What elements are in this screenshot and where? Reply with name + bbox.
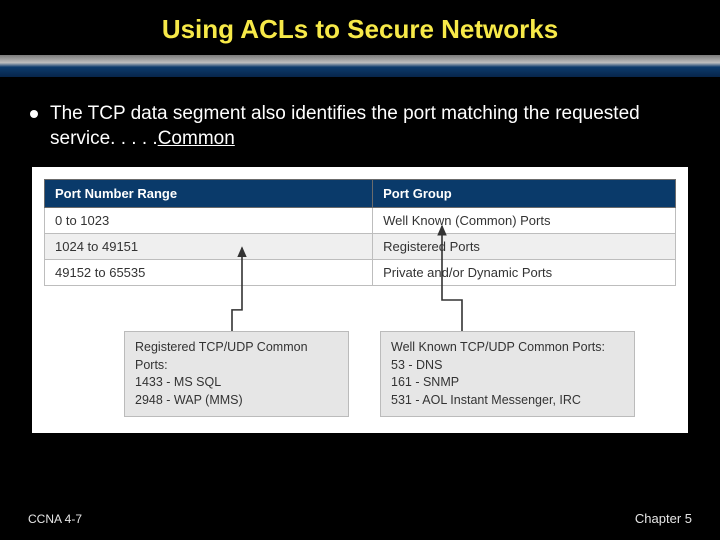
box-line: 1433 - MS SQL [135,374,338,392]
footer-left: CCNA 4-7 [28,512,82,526]
header-range: Port Number Range [45,180,373,208]
table-row: 49152 to 65535 Private and/or Dynamic Po… [45,260,676,286]
box-title: Registered TCP/UDP Common Ports: [135,339,338,374]
table-row: 0 to 1023 Well Known (Common) Ports [45,208,676,234]
cell-range: 1024 to 49151 [45,234,373,260]
header-group: Port Group [373,180,676,208]
box-line: 53 - DNS [391,357,624,375]
box-line: 2948 - WAP (MMS) [135,392,338,410]
title-divider [0,55,720,77]
bullet-area: The TCP data segment also identifies the… [0,77,720,155]
diagram-container: Port Number Range Port Group 0 to 1023 W… [30,165,690,435]
cell-group: Well Known (Common) Ports [373,208,676,234]
table-row: 1024 to 49151 Registered Ports [45,234,676,260]
slide-title: Using ACLs to Secure Networks [0,0,720,45]
port-table: Port Number Range Port Group 0 to 1023 W… [44,179,676,286]
bullet-main: The TCP data segment also identifies the… [50,103,640,149]
bullet-dot-icon [30,110,38,118]
wellknown-ports-box: Well Known TCP/UDP Common Ports: 53 - DN… [380,331,635,417]
footer-right: Chapter 5 [635,511,692,526]
bullet-underline: Common [158,128,235,149]
cell-range: 49152 to 65535 [45,260,373,286]
bullet-item: The TCP data segment also identifies the… [30,101,690,151]
box-title: Well Known TCP/UDP Common Ports: [391,339,624,357]
box-line: 531 - AOL Instant Messenger, IRC [391,392,624,410]
table-header-row: Port Number Range Port Group [45,180,676,208]
cell-range: 0 to 1023 [45,208,373,234]
cell-group: Private and/or Dynamic Ports [373,260,676,286]
cell-group: Registered Ports [373,234,676,260]
registered-ports-box: Registered TCP/UDP Common Ports: 1433 - … [124,331,349,417]
box-line: 161 - SNMP [391,374,624,392]
bullet-text: The TCP data segment also identifies the… [50,101,690,151]
